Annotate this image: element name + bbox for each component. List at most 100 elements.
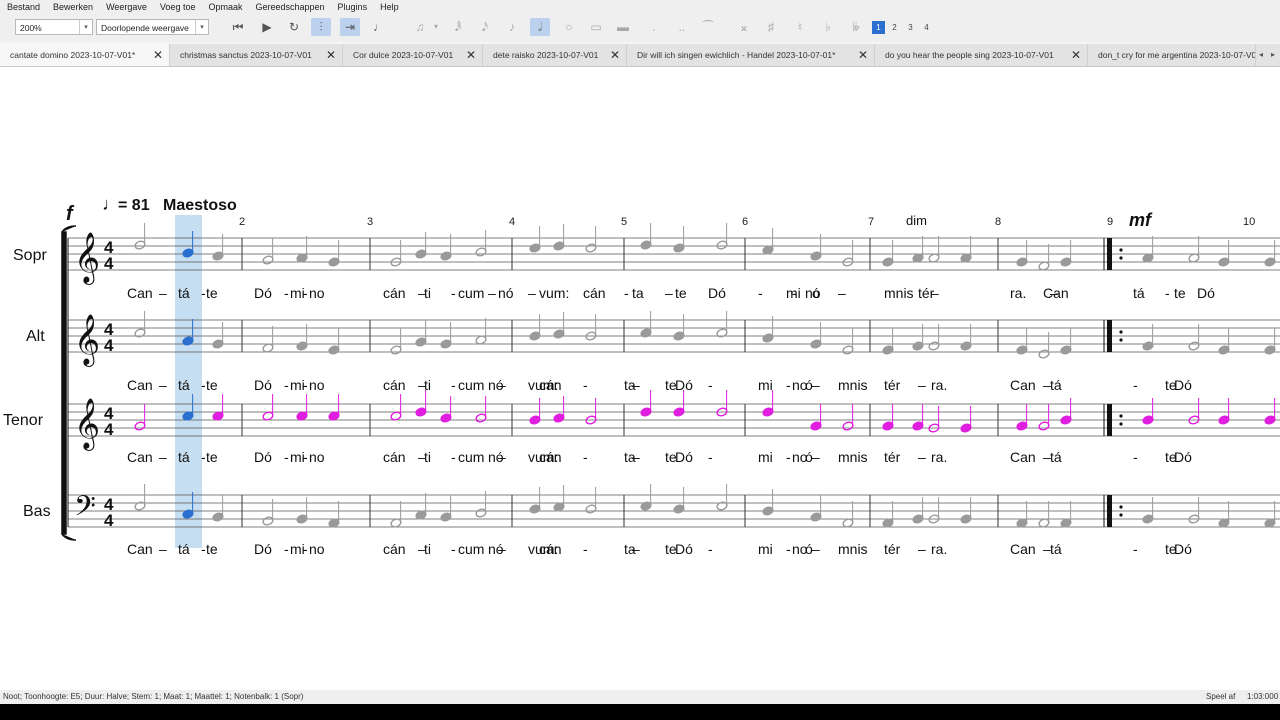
lyric-syllable: -: [708, 541, 713, 557]
tab-dete-raisko[interactable]: dete raisko 2023-10-07-V01 ✕: [483, 44, 627, 66]
score-canvas[interactable]: Sopr Alt Tenor Bas f ♩ = 81 Maestoso dim…: [0, 67, 1280, 690]
repeat-dot: [1119, 248, 1123, 252]
status-mode: Speel af: [1206, 692, 1236, 701]
sharp-icon[interactable]: ♯: [761, 18, 781, 36]
lyric-syllable: no: [309, 541, 325, 557]
close-icon[interactable]: ✕: [466, 44, 476, 66]
measure-number: 7: [868, 216, 874, 228]
lyric-syllable: –: [931, 285, 939, 301]
lyric-syllable: -: [451, 541, 456, 557]
double-sharp-icon[interactable]: 𝄪: [734, 18, 754, 36]
lyric-syllable: -: [624, 285, 629, 301]
lyric-syllable: –: [812, 449, 820, 465]
tab-dont-cry[interactable]: don_t cry for me argentina 2023-10-07-V0: [1088, 44, 1256, 66]
tab-label: cantate domino 2023-10-07-V01*: [10, 50, 136, 60]
lyric-syllable: -: [451, 285, 456, 301]
duration-breve-icon[interactable]: ▭: [586, 18, 606, 36]
tab-christmas-sanctus[interactable]: christmas sanctus 2023-10-07-V01 ✕: [170, 44, 343, 66]
view-mode-select[interactable]: Doorlopende weergave ▾: [96, 19, 209, 35]
menu-bestand[interactable]: Bestand: [0, 0, 46, 14]
voice-3-button[interactable]: 3: [904, 21, 917, 34]
measure-number: 5: [621, 216, 627, 228]
duration-long-icon[interactable]: ▬: [613, 18, 633, 36]
note-input-icon[interactable]: ♫: [410, 18, 430, 36]
close-icon[interactable]: ✕: [610, 44, 620, 66]
lyric-syllable: Can: [1010, 449, 1036, 465]
lyric-syllable: mnis: [838, 541, 868, 557]
zoom-value: 200%: [20, 23, 42, 33]
lyric-syllable: –: [498, 541, 506, 557]
lyric-syllable: mnis: [838, 449, 868, 465]
voice-1-button[interactable]: 1: [872, 21, 885, 34]
lyric-syllable: Dó: [1174, 449, 1192, 465]
duration-16th-icon[interactable]: 𝅘𝅥𝅯: [475, 18, 495, 36]
toolbar: 200% ▾ Doorlopende weergave ▾ ⏮ ▶ ↻ ⫶ ⇥ …: [0, 14, 1280, 42]
lyric-syllable: -: [303, 541, 308, 557]
measure-number: 8: [995, 216, 1001, 228]
duration-half-icon[interactable]: 𝅗𝅥: [530, 18, 550, 36]
lyric-syllable: Can: [1010, 377, 1036, 393]
loop-icon[interactable]: ↻: [284, 18, 304, 36]
lyric-syllable: cán: [539, 449, 562, 465]
lyric-syllable: ra.: [931, 377, 947, 393]
loop-in-icon[interactable]: ⫶: [311, 18, 331, 36]
lyric-syllable: cum: [458, 377, 484, 393]
voice-4-button[interactable]: 4: [920, 21, 933, 34]
tab-cantate-domino[interactable]: cantate domino 2023-10-07-V01* ✕: [0, 44, 170, 66]
lyric-syllable: -: [1133, 541, 1138, 557]
menu-weergave[interactable]: Weergave: [99, 0, 153, 14]
lyric-syllable: tá: [1133, 285, 1145, 301]
repeat-barline-thick: [1107, 495, 1112, 527]
lyric-syllable: Dó: [254, 449, 272, 465]
chevron-right-icon[interactable]: ▸: [1268, 48, 1278, 62]
lyric-syllable: tá: [178, 377, 190, 393]
double-dot-icon[interactable]: ..: [672, 18, 692, 36]
close-icon[interactable]: ✕: [1071, 44, 1081, 66]
chevron-left-icon[interactable]: ◂: [1256, 48, 1266, 62]
lyric-syllable: te: [206, 377, 218, 393]
duration-8th-icon[interactable]: ♪: [502, 18, 522, 36]
measure-number: 6: [742, 216, 748, 228]
metronome-icon[interactable]: ♩: [369, 18, 389, 36]
measure-number: 10: [1243, 216, 1255, 228]
menu-plugins[interactable]: Plugins: [331, 0, 374, 14]
zoom-select[interactable]: 200% ▾: [15, 19, 93, 35]
dot-icon[interactable]: .: [644, 18, 664, 36]
rewind-icon[interactable]: ⏮: [228, 18, 248, 36]
tab-bar: cantate domino 2023-10-07-V01* ✕ christma…: [0, 44, 1280, 67]
chevron-down-icon[interactable]: ▾: [430, 18, 442, 36]
menu-opmaak[interactable]: Opmaak: [201, 0, 248, 14]
menu-gereedschappen[interactable]: Gereedschappen: [248, 0, 330, 14]
menu-voeg-toe[interactable]: Voeg toe: [153, 0, 202, 14]
lyric-syllable: –: [488, 285, 496, 301]
tab-cor-dulce[interactable]: Cor dulce 2023-10-07-V01 ✕: [343, 44, 483, 66]
natural-icon[interactable]: ♮: [790, 18, 810, 36]
treble-clef-icon: 𝄞: [74, 315, 100, 367]
close-icon[interactable]: ✕: [153, 44, 163, 66]
loop-out-icon[interactable]: ⇥: [340, 18, 360, 36]
tab-dir-will-ich-singen[interactable]: Dir will ich singen ewichlich - Handel 2…: [627, 44, 875, 66]
play-icon[interactable]: ▶: [257, 18, 277, 36]
lyric-syllable: –: [632, 377, 640, 393]
menu-help[interactable]: Help: [373, 0, 405, 14]
lyric-syllable: te: [1174, 285, 1186, 301]
lyric-syllable: –: [812, 377, 820, 393]
double-flat-icon[interactable]: 𝄫: [846, 18, 866, 36]
menu-bewerken[interactable]: Bewerken: [46, 0, 99, 14]
lyric-syllable: –: [665, 285, 673, 301]
clefs: 𝄞 44𝄞 44𝄞 44𝄢 44: [74, 233, 114, 530]
flat-icon[interactable]: ♭: [818, 18, 838, 36]
time-signature-denominator: 4: [104, 336, 114, 355]
lyric-syllable: –: [632, 541, 640, 557]
duration-64th-icon[interactable]: 𝅘𝅥𝅱: [448, 18, 468, 36]
tab-label: Dir will ich singen ewichlich - Handel 2…: [637, 50, 836, 60]
close-icon[interactable]: ✕: [326, 44, 336, 66]
tab-label: don_t cry for me argentina 2023-10-07-V0: [1098, 50, 1256, 60]
close-icon[interactable]: ✕: [858, 44, 868, 66]
duration-whole-icon[interactable]: ○: [559, 18, 579, 36]
tie-icon[interactable]: ⁀: [698, 18, 718, 36]
voice-2-button[interactable]: 2: [888, 21, 901, 34]
tab-do-you-hear[interactable]: do you hear the people sing 2023-10-07-V…: [875, 44, 1088, 66]
dim-marking: dim: [906, 213, 927, 228]
lyric-syllable: Dó: [675, 449, 693, 465]
